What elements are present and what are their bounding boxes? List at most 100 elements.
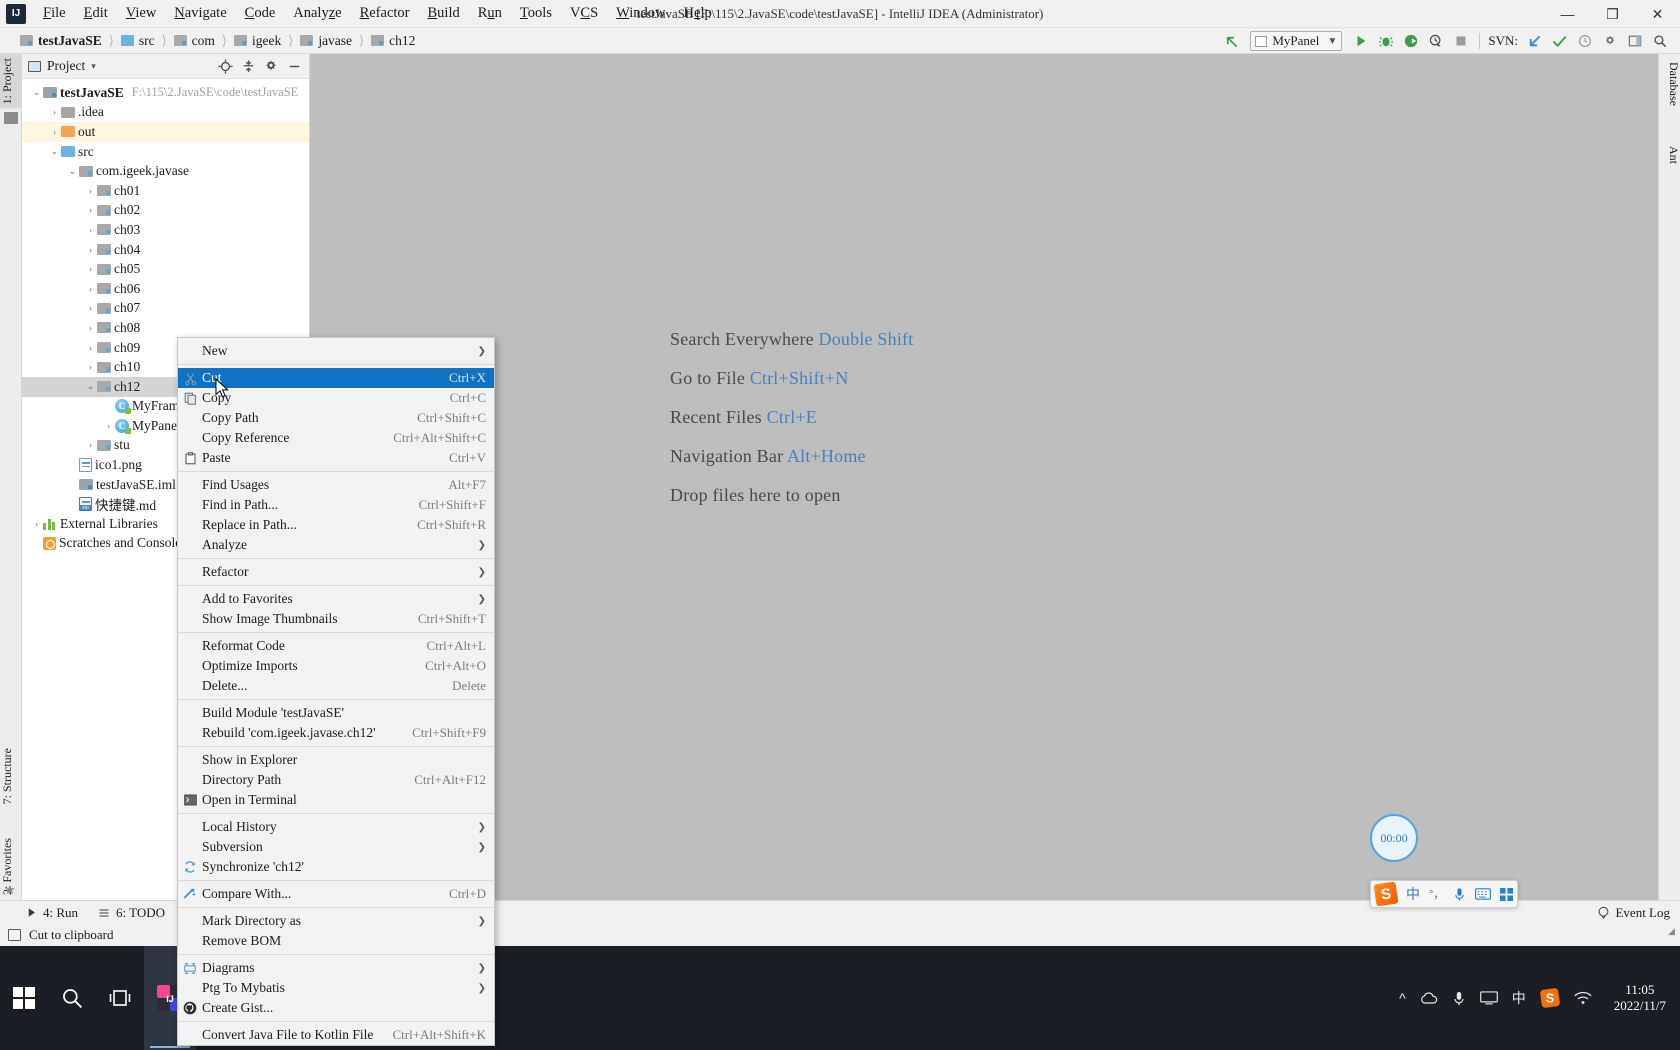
close-button[interactable]: ✕ <box>1635 0 1680 28</box>
ime-punctuation-toggle[interactable]: °， <box>1429 886 1444 902</box>
context-menu-item[interactable]: Open in Terminal <box>178 790 494 810</box>
window-controls[interactable]: — ❐ ✕ <box>1545 0 1680 28</box>
tree-node[interactable]: › ch08 <box>22 318 309 338</box>
breadcrumb-igeek[interactable]: igeek <box>233 33 281 49</box>
microphone-icon[interactable] <box>1452 990 1466 1007</box>
task-view-icon[interactable] <box>96 946 144 1050</box>
context-menu-item[interactable]: Subversion ❯ <box>178 837 494 857</box>
context-menu-item[interactable]: Find Usages Alt+F7 <box>178 475 494 495</box>
chevron-icon[interactable]: › <box>48 107 61 117</box>
resize-handle[interactable]: ◢ <box>1668 926 1678 944</box>
context-menu-item[interactable]: Create Gist... <box>178 998 494 1018</box>
microphone-icon[interactable] <box>1453 887 1466 902</box>
context-menu-item[interactable]: Ptg To Mybatis ❯ <box>178 978 494 998</box>
tree-node[interactable]: ⌄ testJavaSE F:\115\2.JavaSE\code\testJava… <box>22 83 309 103</box>
breadcrumb-testjavase[interactable]: testJavaSE <box>20 33 102 49</box>
context-menu-item[interactable]: Copy Path Ctrl+Shift+C <box>178 408 494 428</box>
ime-indicator[interactable]: 中 <box>1512 988 1526 1008</box>
collapse-all-icon[interactable] <box>239 57 257 75</box>
taskbar-clock[interactable]: 11:05 2022/11/7 <box>1606 982 1674 1014</box>
display-icon[interactable] <box>1479 991 1498 1005</box>
context-menu-item[interactable]: Synchronize 'ch12' <box>178 857 494 877</box>
chevron-down-icon[interactable]: ▾ <box>91 61 96 72</box>
context-menu-item[interactable]: Replace in Path... Ctrl+Shift+R <box>178 515 494 535</box>
chevron-icon[interactable]: › <box>48 127 61 137</box>
debug-icon[interactable] <box>1373 30 1398 52</box>
minimize-button[interactable]: — <box>1545 0 1590 28</box>
update-project-icon[interactable] <box>1522 30 1547 52</box>
context-menu-item[interactable]: Paste Ctrl+V <box>178 448 494 468</box>
left-tool-window-bar[interactable]: 1: Project 7: Structure 2: Favorites ★ <box>0 54 22 900</box>
context-menu[interactable]: New ❯ Cut Ctrl+X Copy Ctrl+C Copy Path Ctrl+Shi… <box>177 337 495 1046</box>
context-menu-item[interactable]: Refactor ❯ <box>178 562 494 582</box>
run-with-coverage-icon[interactable] <box>1398 30 1423 52</box>
chevron-icon[interactable]: ⌄ <box>30 87 43 98</box>
tree-node[interactable]: › ch01 <box>22 181 309 201</box>
chevron-icon[interactable]: › <box>84 440 97 450</box>
chevron-icon[interactable]: › <box>84 264 97 274</box>
tree-node[interactable]: › out <box>22 122 309 142</box>
show-hidden-icons-icon[interactable]: ^ <box>1399 990 1406 1006</box>
menu-window[interactable]: Window <box>607 2 674 25</box>
context-menu-item[interactable]: Copy Reference Ctrl+Alt+Shift+C <box>178 428 494 448</box>
locate-icon[interactable] <box>216 57 234 75</box>
settings-icon[interactable] <box>1597 30 1622 52</box>
tree-node[interactable]: › ch05 <box>22 259 309 279</box>
run-icon[interactable] <box>1348 30 1373 52</box>
onedrive-icon[interactable] <box>1420 991 1438 1005</box>
history-icon[interactable] <box>1572 30 1597 52</box>
context-menu-item[interactable]: Directory Path Ctrl+Alt+F12 <box>178 770 494 790</box>
tree-node[interactable]: › ch04 <box>22 240 309 260</box>
sogou-pinyin-icon[interactable]: S <box>1539 988 1560 1008</box>
tree-node[interactable]: › ch03 <box>22 220 309 240</box>
context-menu-item[interactable]: Compare With... Ctrl+D <box>178 884 494 904</box>
chevron-icon[interactable]: ⌄ <box>84 381 97 392</box>
tree-node[interactable]: › .idea <box>22 103 309 123</box>
chevron-icon[interactable]: › <box>84 186 97 196</box>
search-icon[interactable] <box>48 946 96 1050</box>
menu-build[interactable]: Build <box>419 2 469 25</box>
menu-file[interactable]: File <box>34 2 75 25</box>
chevron-icon[interactable]: › <box>84 205 97 215</box>
keyboard-icon[interactable] <box>1475 888 1492 900</box>
sidebar-item-project[interactable]: 1: Project <box>0 54 22 109</box>
chevron-icon[interactable]: ⌄ <box>66 166 79 177</box>
right-tool-window-bar[interactable]: Database Ant <box>1658 54 1680 900</box>
chevron-icon[interactable]: › <box>84 245 97 255</box>
context-menu-item[interactable]: Cut Ctrl+X <box>178 368 494 388</box>
bottom-tab-todo[interactable]: 6: TODO <box>88 905 175 921</box>
bottom-tab-run[interactable]: 4: Run <box>0 905 88 921</box>
menu-tools[interactable]: Tools <box>511 2 561 25</box>
context-menu-item[interactable]: Copy Ctrl+C <box>178 388 494 408</box>
menu-help[interactable]: Help <box>675 2 721 25</box>
context-menu-item[interactable]: Local History ❯ <box>178 817 494 837</box>
menu-code[interactable]: Code <box>236 2 285 25</box>
menu-vcs[interactable]: VCS <box>561 2 607 25</box>
chevron-icon[interactable]: › <box>30 519 43 529</box>
menu-navigate[interactable]: Navigate <box>165 2 235 25</box>
chevron-icon[interactable]: › <box>84 303 97 313</box>
chevron-icon[interactable]: ⌄ <box>48 146 61 157</box>
editor-empty-area[interactable]: Search Everywhere Double Shift Go to File… <box>310 54 1658 900</box>
tree-node[interactable]: › ch07 <box>22 299 309 319</box>
project-panel-tools[interactable] <box>216 57 303 75</box>
context-menu-item[interactable]: Remove BOM <box>178 931 494 951</box>
menu-bar[interactable]: File Edit View Navigate Code Analyze Ref… <box>34 0 721 28</box>
layout-icon[interactable] <box>1622 30 1647 52</box>
context-menu-item[interactable]: Rebuild 'com.igeek.javase.ch12' Ctrl+Shif… <box>178 723 494 743</box>
menu-refactor[interactable]: Refactor <box>351 2 419 25</box>
screen-recorder-timer[interactable]: 00:00 <box>1370 814 1418 862</box>
menu-view[interactable]: View <box>117 2 166 25</box>
chevron-icon[interactable]: › <box>84 323 97 333</box>
context-menu-item[interactable]: Optimize Imports Ctrl+Alt+O <box>178 656 494 676</box>
favorites-star-icon[interactable]: ★ <box>4 882 16 898</box>
context-menu-item[interactable]: New ❯ <box>178 341 494 361</box>
system-tray[interactable]: ^ 中 S 11:05 2022/11/7 <box>1399 946 1680 1050</box>
tree-node[interactable]: › ch02 <box>22 201 309 221</box>
breadcrumb-com[interactable]: com <box>173 33 215 49</box>
menu-run[interactable]: Run <box>469 2 511 25</box>
chevron-icon[interactable]: › <box>84 343 97 353</box>
chevron-icon[interactable]: › <box>84 225 97 235</box>
context-menu-item[interactable]: Build Module 'testJavaSE' <box>178 703 494 723</box>
sidebar-item-database[interactable]: Database <box>1659 58 1680 110</box>
